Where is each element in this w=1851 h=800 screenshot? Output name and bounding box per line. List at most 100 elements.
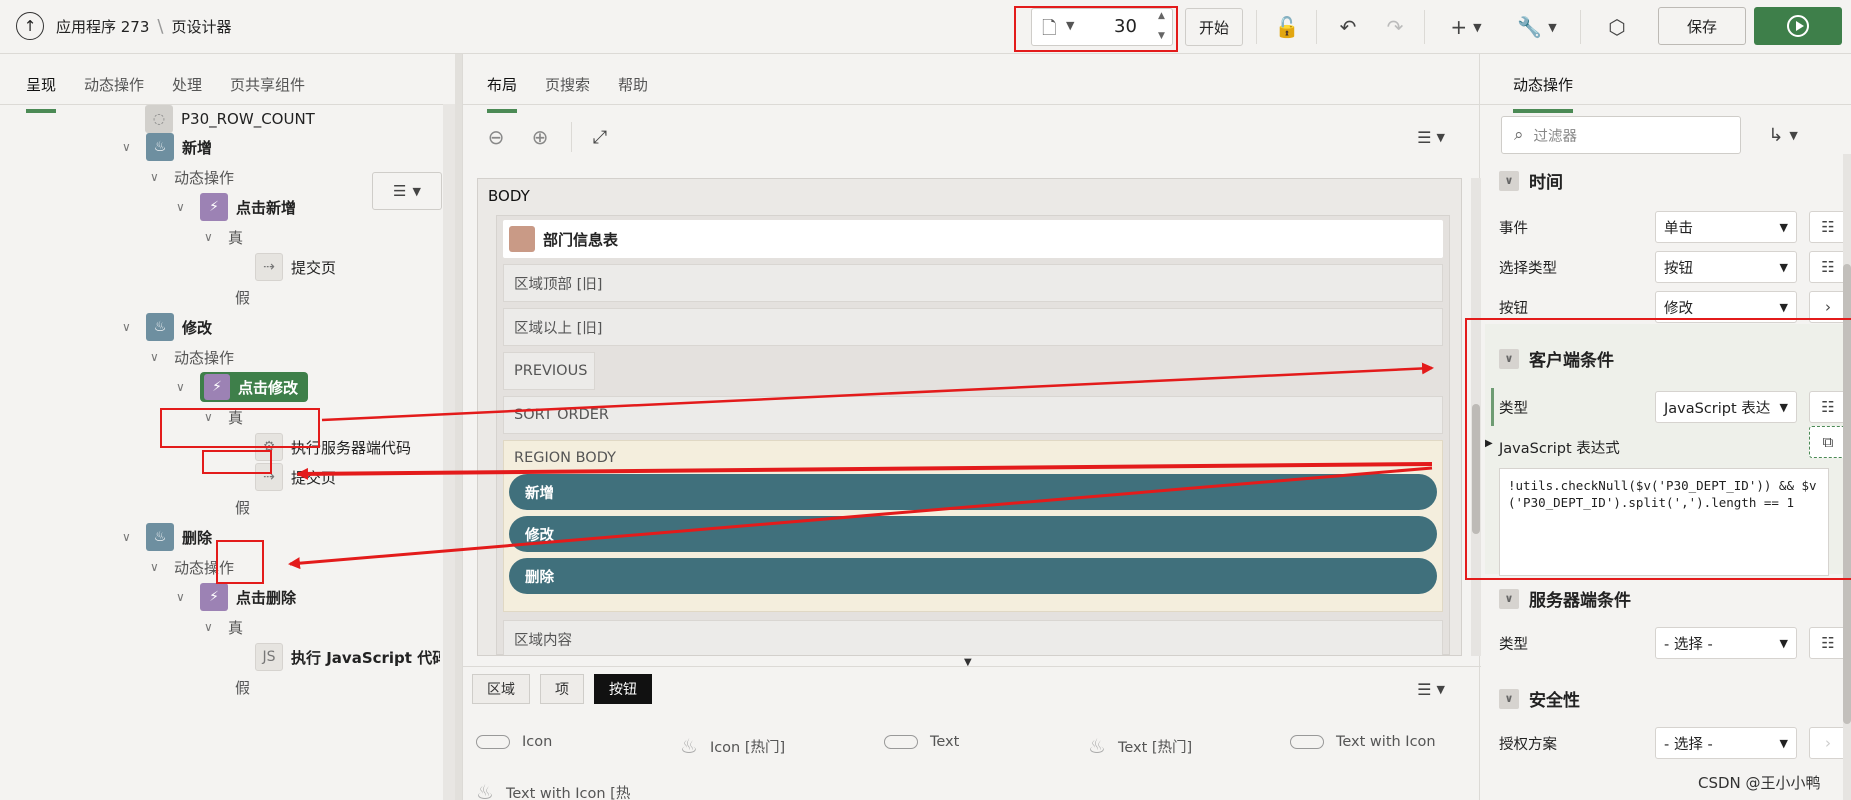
- button-delete[interactable]: 删除: [509, 558, 1437, 594]
- list-icon[interactable]: ☷: [1809, 627, 1847, 659]
- chevron-down-icon[interactable]: ∨: [204, 230, 218, 244]
- page-number-selector[interactable]: 🗋 ▼ 30 ▲ ▼: [1031, 8, 1173, 46]
- zoom-in-icon[interactable]: ⊕: [527, 120, 553, 154]
- slot-sort-order[interactable]: SORT ORDER: [503, 396, 1443, 434]
- add-menu-button[interactable]: + ▼: [1442, 10, 1490, 44]
- chevron-down-icon[interactable]: ∨: [122, 140, 136, 154]
- tree-node-false[interactable]: 假: [235, 492, 250, 522]
- button-new[interactable]: 新增: [509, 474, 1437, 510]
- tree-node-false[interactable]: 假: [235, 672, 250, 702]
- tree-node-exec-server[interactable]: ⚙ 执行服务器端代码: [255, 432, 411, 462]
- section-client-condition[interactable]: ∨ 客户端条件: [1499, 346, 1614, 371]
- go-button[interactable]: 开始: [1185, 8, 1243, 46]
- gallery-tab-items[interactable]: 项: [540, 674, 584, 704]
- list-icon[interactable]: ☷: [1809, 251, 1847, 283]
- tree-node-submit-page[interactable]: ⇢ 提交页: [255, 462, 336, 492]
- selection-type-select[interactable]: 按钮 ▼: [1655, 251, 1797, 283]
- stepper-up-icon[interactable]: ▲: [1158, 11, 1165, 21]
- button-edit[interactable]: 修改: [509, 516, 1437, 552]
- undo-icon[interactable]: ↶: [1333, 10, 1363, 44]
- page-number-input[interactable]: 30: [1114, 16, 1137, 37]
- breadcrumb-app[interactable]: 应用程序 273: [56, 16, 149, 37]
- chevron-down-icon[interactable]: ∨: [122, 530, 136, 544]
- tree-node-exec-js[interactable]: JS 执行 JavaScript 代码: [255, 642, 440, 672]
- section-server-condition[interactable]: ∨ 服务器端条件: [1499, 586, 1631, 611]
- layout-menu-button[interactable]: ☰ ▼: [1411, 120, 1451, 154]
- slot-region-content[interactable]: 区域内容: [503, 620, 1443, 655]
- tab-page-search[interactable]: 页搜索: [545, 74, 590, 113]
- js-expression-editor[interactable]: !utils.checkNull($v('P30_DEPT_ID')) && $…: [1499, 468, 1829, 576]
- run-button[interactable]: [1754, 7, 1842, 45]
- tree-node-delete[interactable]: ∨ ♨ 删除: [122, 522, 212, 552]
- scroll-thumb[interactable]: [1843, 264, 1851, 724]
- gallery-item[interactable]: ♨ Icon [热门]: [680, 734, 785, 758]
- go-to-group-button[interactable]: ↳ ▼: [1753, 118, 1813, 152]
- region-header[interactable]: 部门信息表: [503, 220, 1443, 258]
- tree-node-true[interactable]: ∨ 真: [204, 402, 243, 432]
- tab-help[interactable]: 帮助: [618, 74, 648, 113]
- tab-layout[interactable]: 布局: [487, 74, 518, 113]
- chevron-down-icon[interactable]: ∨: [122, 320, 136, 334]
- chevron-right-icon[interactable]: ›: [1809, 727, 1847, 759]
- button-select[interactable]: 修改 ▼: [1655, 291, 1797, 323]
- section-security[interactable]: ∨ 安全性: [1499, 686, 1580, 711]
- lock-icon[interactable]: 🔓: [1272, 10, 1302, 44]
- gallery-menu-button[interactable]: ☰ ▼: [1411, 672, 1451, 706]
- tree-node-click-new[interactable]: ∨ ⚡ 点击新增: [176, 192, 296, 222]
- collapse-icon[interactable]: ∨: [1499, 588, 1519, 609]
- gallery-item[interactable]: ♨ Text [热门]: [1088, 734, 1192, 758]
- slot-region-top[interactable]: 区域顶部 [旧]: [503, 264, 1443, 302]
- save-button[interactable]: 保存: [1658, 7, 1746, 45]
- left-scrollbar[interactable]: [443, 104, 455, 800]
- chevron-right-icon[interactable]: ›: [1809, 291, 1847, 323]
- up-arrow-icon[interactable]: ↑: [16, 12, 44, 40]
- slot-previous[interactable]: PREVIOUS: [503, 352, 595, 390]
- open-dialog-icon[interactable]: ⧉: [1809, 426, 1847, 458]
- gallery-tab-regions[interactable]: 区域: [472, 674, 530, 704]
- utilities-menu-button[interactable]: 🔧 ▼: [1512, 10, 1562, 44]
- tree-node-true[interactable]: ∨ 真: [204, 222, 243, 252]
- redo-icon[interactable]: ↷: [1380, 10, 1410, 44]
- chevron-down-icon[interactable]: ∨: [176, 380, 190, 394]
- gallery-item[interactable]: Text: [884, 734, 959, 750]
- selected-node[interactable]: ⚡ 点击修改: [200, 372, 309, 402]
- chevron-down-icon[interactable]: ∨: [150, 170, 164, 184]
- list-icon[interactable]: ☷: [1809, 391, 1847, 423]
- tab-dynamic-action[interactable]: 动态操作: [1513, 74, 1574, 113]
- tree-node-new[interactable]: ∨ ♨ 新增: [122, 132, 212, 162]
- server-type-select[interactable]: - 选择 - ▼: [1655, 627, 1797, 659]
- filter-input[interactable]: ⌕ 过滤器: [1501, 116, 1741, 154]
- tree-node-da-group[interactable]: ∨ 动态操作: [150, 552, 234, 582]
- collapse-icon[interactable]: ∨: [1499, 348, 1519, 369]
- collapse-icon[interactable]: ∨: [1499, 688, 1519, 709]
- list-icon[interactable]: ☷: [1809, 211, 1847, 243]
- chevron-down-icon[interactable]: ∨: [150, 560, 164, 574]
- splitter[interactable]: [455, 54, 462, 800]
- section-timing[interactable]: ∨ 时间: [1499, 168, 1563, 193]
- event-select[interactable]: 单击 ▼: [1655, 211, 1797, 243]
- authorization-select[interactable]: - 选择 - ▼: [1655, 727, 1797, 759]
- tree-node-da-group[interactable]: ∨ 动态操作: [150, 162, 234, 192]
- gallery-tab-buttons[interactable]: 按钮: [594, 674, 652, 704]
- stepper-down-icon[interactable]: ▼: [1158, 31, 1165, 41]
- gallery-item[interactable]: ♨ Text with Icon [热: [476, 780, 630, 800]
- chevron-down-icon[interactable]: ∨: [204, 620, 218, 634]
- gallery-item[interactable]: Text with Icon: [1290, 734, 1436, 750]
- tree-node-submit-page[interactable]: ⇢ 提交页: [255, 252, 336, 282]
- tree-node-click-delete[interactable]: ∨ ⚡ 点击删除: [176, 582, 296, 612]
- chevron-down-icon[interactable]: ∨: [204, 410, 218, 424]
- slot-above-region[interactable]: 区域以上 [旧]: [503, 308, 1443, 346]
- tree-node-true[interactable]: ∨ 真: [204, 612, 243, 642]
- chevron-down-icon[interactable]: ▼: [1066, 19, 1074, 32]
- expand-arrow-icon[interactable]: ▶: [1485, 438, 1493, 449]
- tree-node-row-count[interactable]: ◌ P30_ROW_COUNT: [145, 104, 315, 134]
- chevron-down-icon[interactable]: ∨: [150, 350, 164, 364]
- tree-node-false[interactable]: 假: [235, 282, 250, 312]
- collapse-icon[interactable]: ∨: [1499, 170, 1519, 191]
- tree-node-click-edit[interactable]: ∨ ⚡ 点击修改: [176, 372, 309, 402]
- shared-components-icon[interactable]: ⬡: [1600, 10, 1634, 44]
- expand-icon[interactable]: ⤢: [587, 120, 613, 154]
- zoom-out-icon[interactable]: ⊖: [483, 120, 509, 154]
- scroll-thumb[interactable]: [1472, 404, 1480, 534]
- client-type-select[interactable]: JavaScript 表达 ▼: [1655, 391, 1797, 423]
